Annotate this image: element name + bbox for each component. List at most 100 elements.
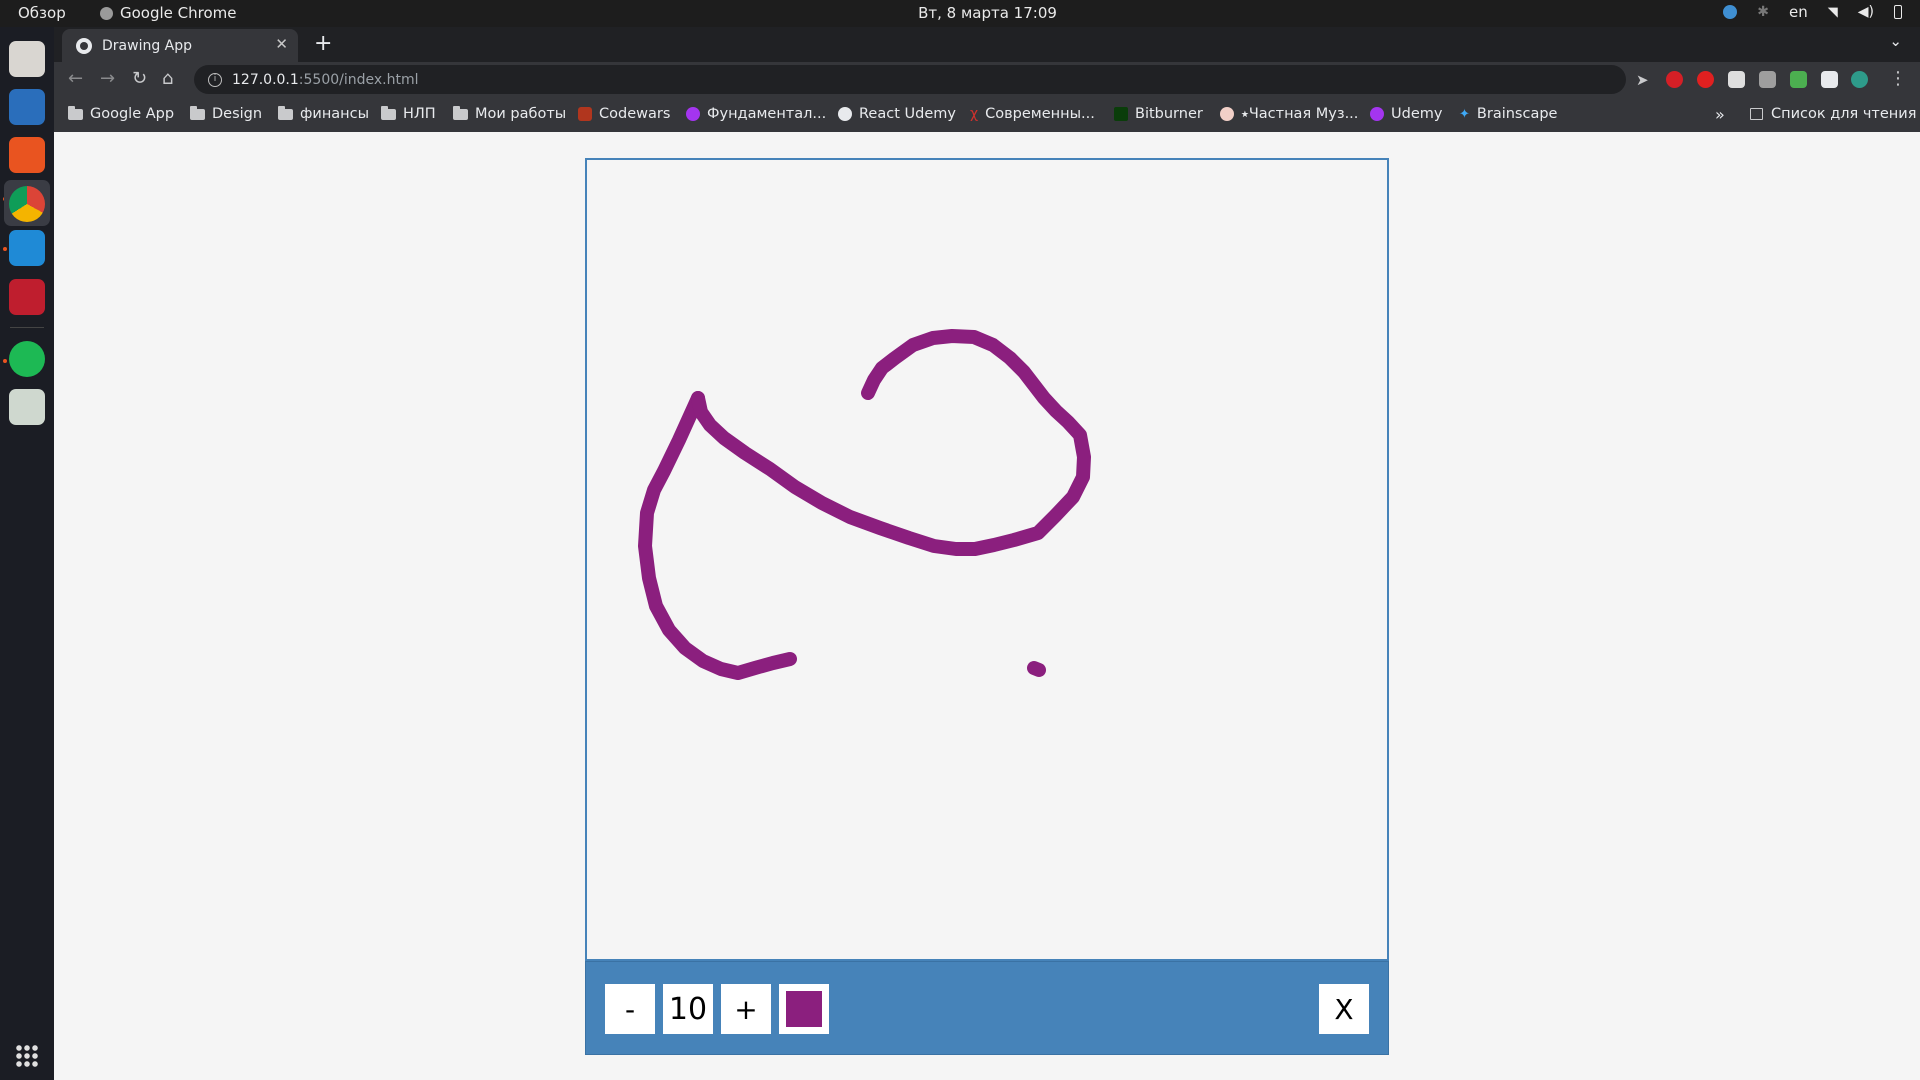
tab-search-icon[interactable]: ⌄ [1889, 32, 1902, 50]
folder-icon [190, 105, 205, 120]
bookmark-label: НЛП [403, 106, 436, 122]
udemy-icon [686, 107, 700, 121]
folder-icon [278, 105, 293, 120]
clock[interactable]: Вт, 8 марта 17:09 [0, 4, 1920, 22]
bitburner-icon [1114, 107, 1128, 121]
browser-chrome: Drawing App ✕ + ⌄ ← → ↻ ⌂ i 127.0.0.1:55… [54, 27, 1920, 132]
bookmark-label: Brainscape [1476, 106, 1558, 122]
bookmark-item[interactable]: ✦ Brainscape [1459, 106, 1557, 122]
back-icon[interactable]: ← [68, 68, 83, 89]
folder-icon [453, 105, 468, 120]
bookmarks-overflow-button[interactable]: » [1715, 105, 1725, 124]
adblock-plus-icon[interactable] [1697, 71, 1714, 88]
extension-green-icon[interactable] [1790, 71, 1807, 88]
new-tab-button[interactable]: + [314, 31, 332, 56]
bookmark-item[interactable]: финансы [278, 105, 370, 122]
bookmark-label: Bitburner [1135, 106, 1203, 122]
tab-drawing-app[interactable]: Drawing App ✕ [62, 29, 298, 62]
bookmark-item[interactable]: Design [190, 105, 263, 122]
running-indicator [3, 247, 7, 251]
url-host: 127.0.0.1 [232, 71, 299, 88]
writer-icon[interactable] [9, 89, 45, 125]
folder-icon [68, 105, 83, 120]
brush-stroke [691, 329, 1091, 556]
bookmark-item[interactable]: Bitburner [1114, 106, 1203, 122]
bookmark-label: финансы [300, 106, 370, 122]
system-tray[interactable]: ✱ en ◥ ◀) [1723, 3, 1902, 21]
bookmark-label: Codewars [599, 106, 671, 122]
udemy-icon [1370, 107, 1384, 121]
dock-separator [10, 327, 44, 328]
browser-toolbar: ← → ↻ ⌂ i 127.0.0.1:5500/index.html ➤ ☆ … [54, 62, 1920, 98]
bookmark-label: ⭑Частная Муз... [1241, 106, 1359, 122]
bookmark-label: Фундаментал... [707, 106, 827, 122]
bookmark-label: Современны... [985, 106, 1095, 122]
volume-icon[interactable]: ◀) [1858, 4, 1874, 20]
toolbox: - 10 + X [585, 961, 1389, 1055]
chrome-icon[interactable] [9, 186, 45, 222]
bookmark-item[interactable]: χ Современны... [970, 106, 1095, 122]
spotify-icon[interactable] [9, 341, 45, 377]
battery-icon[interactable] [1894, 5, 1902, 19]
bookmark-label: React Udemy [859, 106, 956, 122]
bookmark-item[interactable]: Codewars [578, 106, 670, 122]
url-path: :5500/index.html [298, 71, 419, 88]
wifi-icon[interactable]: ◥ [1828, 5, 1838, 20]
system-top-bar: Обзор Google Chrome Вт, 8 марта 17:09 ✱ … [0, 0, 1920, 27]
reading-list-button[interactable]: Список для чтения [1750, 106, 1916, 122]
sync-indicator-icon[interactable] [1723, 5, 1738, 19]
brush-size-value: 10 [663, 984, 713, 1034]
menu-icon[interactable]: ⋮ [1889, 68, 1907, 89]
close-tab-icon[interactable]: ✕ [275, 35, 288, 53]
extension-red-icon[interactable] [1666, 71, 1683, 88]
reading-list-label: Список для чтения [1771, 106, 1917, 122]
page-content: - 10 + X [54, 132, 1920, 1080]
globe-icon [838, 107, 852, 121]
home-icon[interactable]: ⌂ [162, 68, 173, 89]
files-icon[interactable] [9, 41, 45, 77]
bookmark-item[interactable]: Мои работы [453, 105, 567, 122]
profile-avatar[interactable] [1851, 71, 1868, 88]
running-indicator [3, 359, 7, 363]
bookmark-label: Udemy [1391, 106, 1443, 122]
bookmark-label: Мои работы [475, 106, 567, 122]
trash-icon[interactable] [9, 389, 45, 425]
x-icon: χ [970, 106, 979, 122]
show-applications-icon[interactable] [15, 1044, 39, 1068]
software-center-icon[interactable] [9, 137, 45, 173]
canvas-drawing [638, 329, 1091, 680]
bookmark-item[interactable]: Udemy [1370, 106, 1442, 122]
address-bar[interactable]: i 127.0.0.1:5500/index.html [194, 65, 1626, 94]
bookmarks-bar: Google App Design финансы НЛП Мои работы… [54, 98, 1920, 132]
filezilla-icon[interactable] [9, 279, 45, 315]
increase-size-button[interactable]: + [721, 984, 771, 1034]
brush-stroke [1027, 661, 1046, 677]
color-swatch [786, 991, 822, 1027]
music-icon [1220, 107, 1234, 121]
keyboard-layout[interactable]: en [1789, 3, 1808, 21]
bookmark-item[interactable]: Google App [68, 105, 175, 122]
bookmark-item[interactable]: Фундаментал... [686, 106, 826, 122]
drawing-canvas[interactable] [585, 158, 1389, 961]
color-picker[interactable] [779, 984, 829, 1034]
extension-gray-icon[interactable] [1759, 71, 1776, 88]
tab-title: Drawing App [102, 37, 193, 54]
bluetooth-icon[interactable]: ✱ [1757, 4, 1769, 20]
decrease-size-button[interactable]: - [605, 984, 655, 1034]
globe-icon [76, 37, 92, 54]
clear-canvas-button[interactable]: X [1319, 984, 1369, 1034]
send-icon[interactable]: ➤ [1636, 71, 1649, 89]
bookmark-label: Design [212, 106, 263, 122]
reload-icon[interactable]: ↻ [132, 68, 147, 89]
bookmark-item[interactable]: ⭑Частная Муз... [1220, 106, 1358, 122]
site-info-icon[interactable]: i [208, 72, 222, 87]
vscode-icon[interactable] [9, 230, 45, 266]
bookmark-item[interactable]: НЛП [381, 105, 436, 122]
codewars-icon [578, 107, 592, 121]
bookmark-item[interactable]: React Udemy [838, 106, 956, 122]
extensions-puzzle-icon[interactable] [1821, 71, 1838, 88]
forward-icon[interactable]: → [100, 68, 115, 89]
bookmark-label: Google App [90, 106, 175, 122]
brainscape-icon: ✦ [1459, 106, 1470, 122]
extension-screen-icon[interactable] [1728, 71, 1745, 88]
